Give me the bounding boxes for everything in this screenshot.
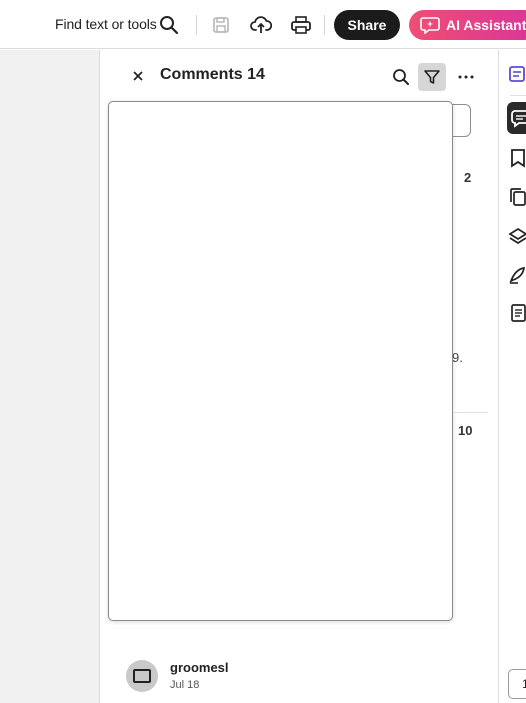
comment-icon[interactable] bbox=[507, 102, 526, 134]
top-toolbar: Find text or tools Share AI Assistant bbox=[0, 0, 526, 49]
more-options-icon[interactable] bbox=[452, 63, 480, 91]
ai-sparkle-icon bbox=[420, 16, 440, 34]
avatar bbox=[126, 660, 158, 692]
ai-assistant-label: AI Assistant bbox=[446, 17, 526, 33]
bookmark-icon[interactable] bbox=[508, 147, 526, 169]
filter-popover[interactable] bbox=[108, 101, 453, 621]
document-area bbox=[0, 50, 100, 703]
share-button[interactable]: Share bbox=[334, 10, 400, 40]
panel-title: Comments 14 bbox=[160, 66, 265, 83]
find-text-label[interactable]: Find text or tools bbox=[55, 16, 157, 32]
cloud-upload-icon[interactable] bbox=[249, 13, 273, 37]
close-icon[interactable] bbox=[129, 67, 147, 85]
filter-icon[interactable] bbox=[418, 63, 446, 91]
search-comments-icon[interactable] bbox=[387, 63, 415, 91]
right-tool-rail: 1 bbox=[500, 50, 526, 703]
list-item[interactable]: groomesl Jul 18 bbox=[126, 660, 426, 700]
comment-count-badge: 10 bbox=[458, 423, 473, 438]
save-icon[interactable] bbox=[209, 13, 233, 37]
rail-divider bbox=[510, 95, 526, 96]
comment-date: Jul 18 bbox=[170, 679, 200, 691]
comment-author: groomesl bbox=[170, 660, 229, 675]
comment-count-badge: 2 bbox=[464, 170, 472, 185]
toolbar-separator bbox=[324, 15, 325, 35]
copy-pages-icon[interactable] bbox=[508, 186, 526, 208]
document-icon[interactable] bbox=[508, 302, 526, 324]
page-number-input[interactable]: 1 bbox=[508, 669, 526, 699]
ai-assistant-button[interactable]: AI Assistant bbox=[409, 10, 526, 40]
signature-icon[interactable] bbox=[508, 264, 526, 286]
comment-text-fragment: 9. bbox=[452, 350, 463, 365]
print-icon[interactable] bbox=[289, 13, 313, 37]
search-icon[interactable] bbox=[157, 13, 181, 37]
all-tools-icon[interactable] bbox=[508, 63, 526, 85]
toolbar-separator bbox=[196, 15, 197, 35]
layers-icon[interactable] bbox=[508, 225, 526, 247]
list-divider bbox=[454, 412, 488, 413]
